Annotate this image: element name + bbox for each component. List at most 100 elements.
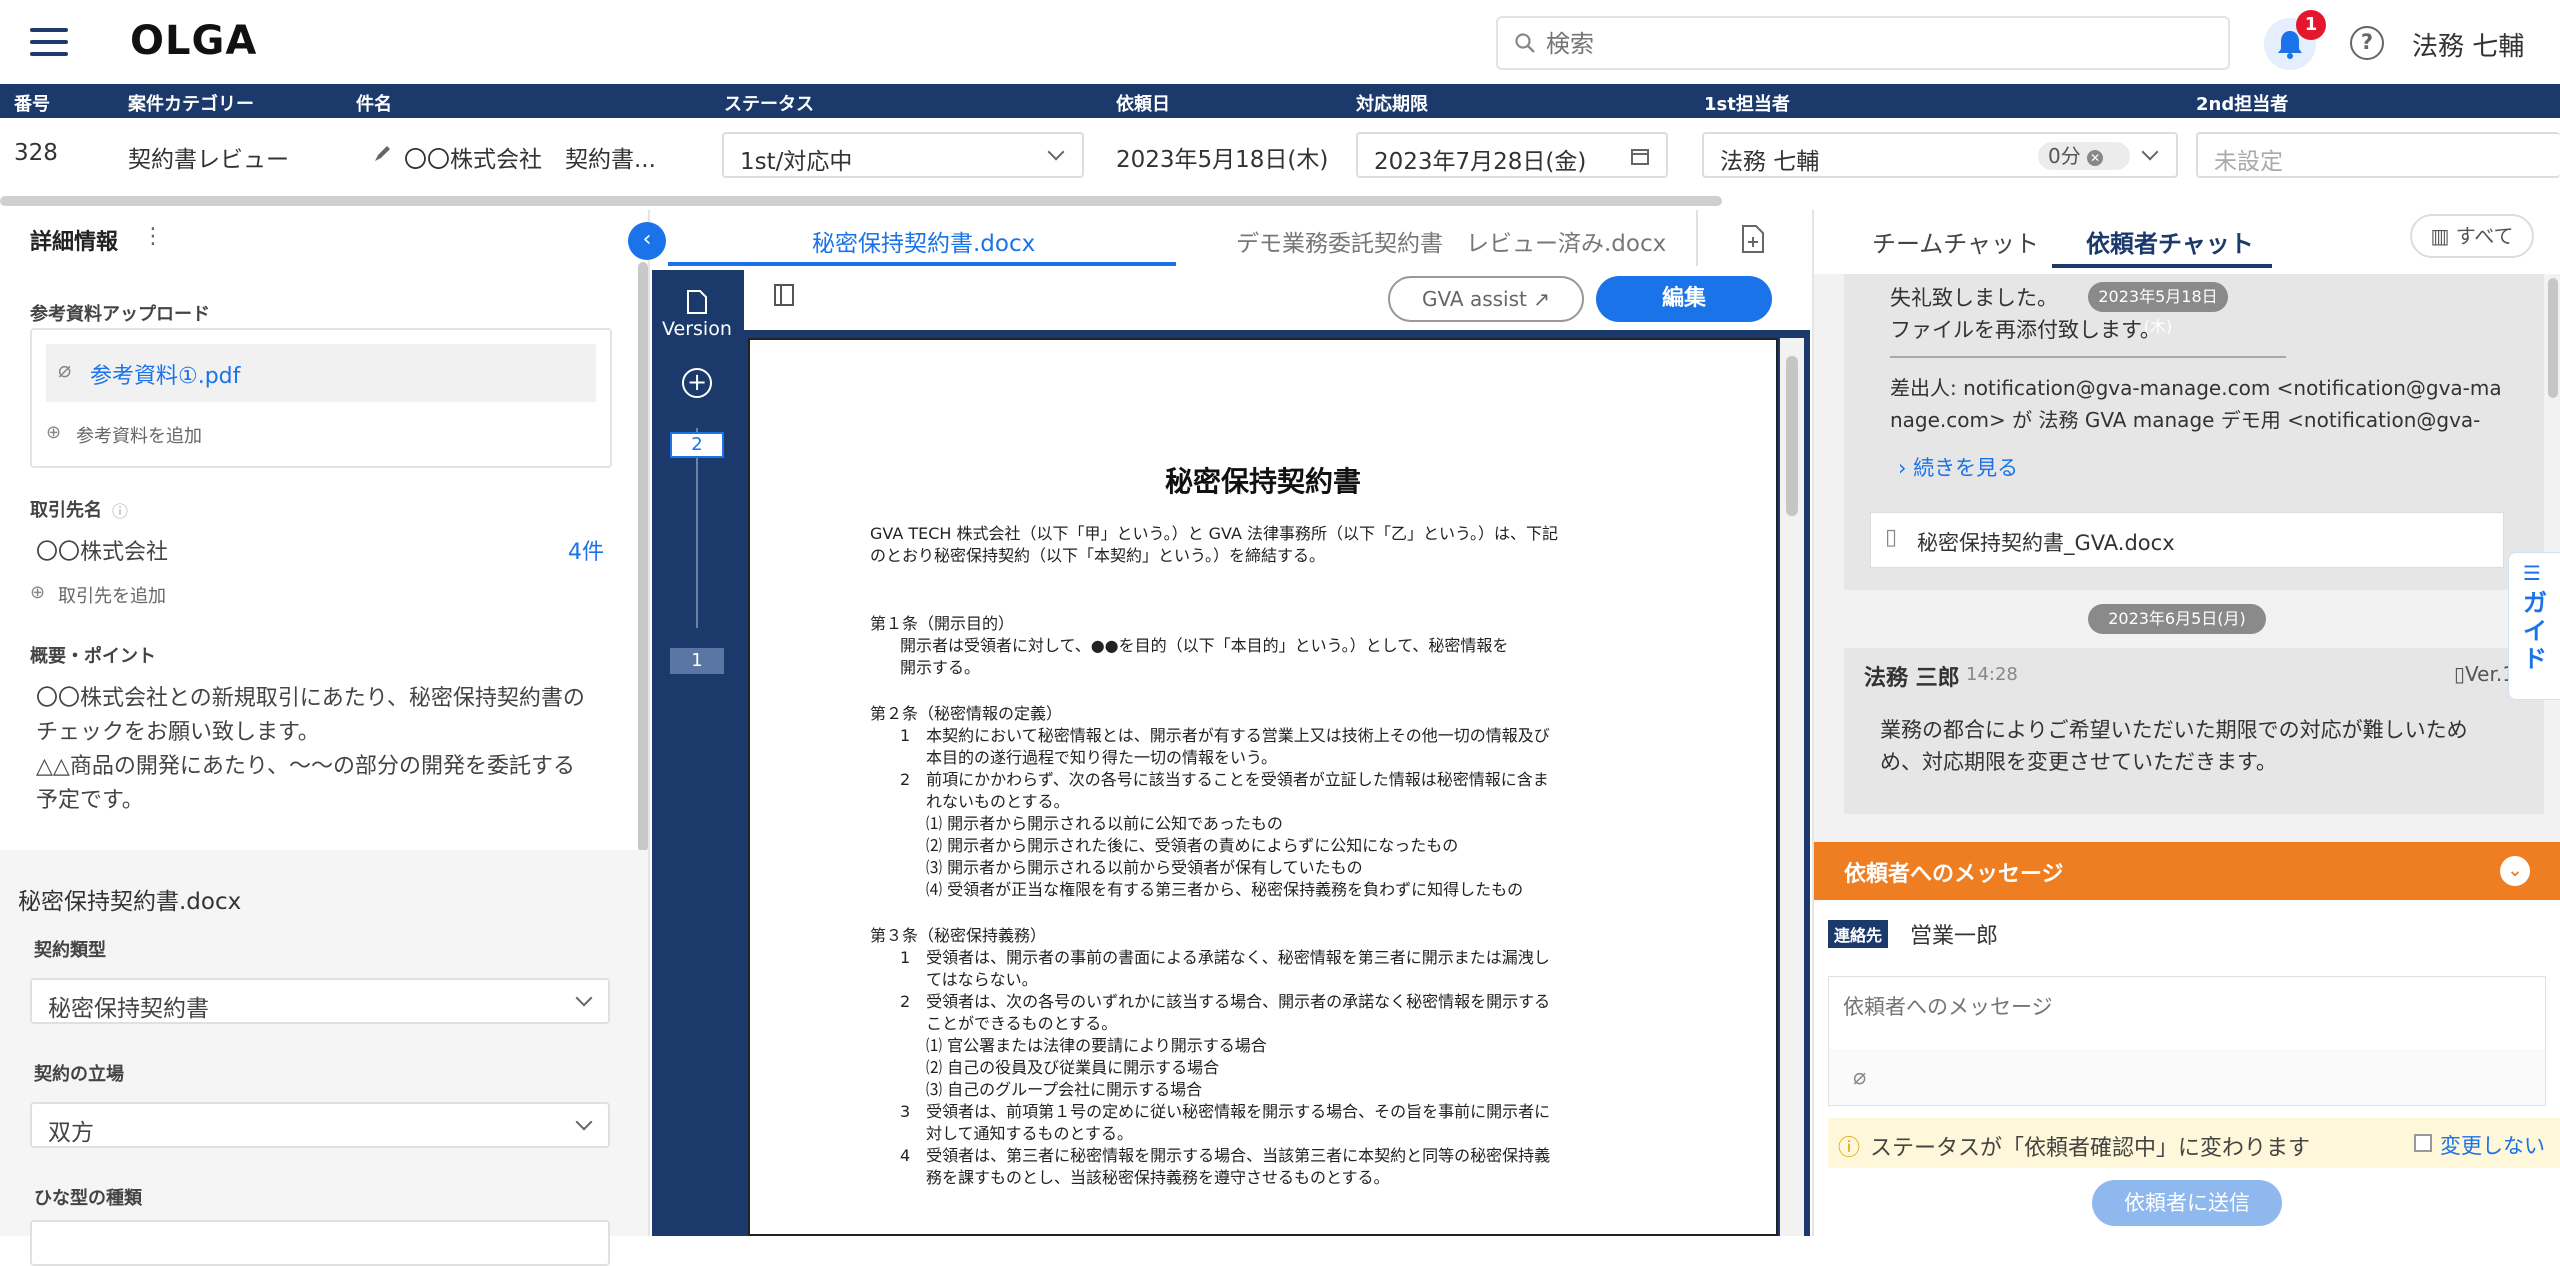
doc-line: 第１条（開示目的） <box>870 614 1015 633</box>
template-label: ひな型の種類 <box>34 1188 142 1209</box>
doc-line: のとおり秘密保持契約（以下「本契約」という。）を締結する。 <box>870 546 1326 565</box>
tab-nda-doc[interactable]: 秘密保持契約書.docx <box>812 224 1035 258</box>
document-scroll-thumb[interactable] <box>1786 356 1798 516</box>
see-more-link[interactable]: › 続きを見る <box>1898 452 2018 482</box>
contract-type-select[interactable]: 秘密保持契約書 <box>30 978 610 1024</box>
status-value: 1st/対応中 <box>740 149 853 175</box>
info-icon[interactable]: ⓘ <box>112 498 128 522</box>
divider <box>1890 356 2286 358</box>
compose-header[interactable]: 依頼者へのメッセージ ⌄ <box>1814 842 2560 900</box>
user-menu[interactable]: 法務 七輔 <box>2412 26 2524 63</box>
position-select[interactable]: 双方 <box>30 1102 610 1148</box>
add-attachment-link[interactable]: 参考資料を追加 <box>76 422 202 448</box>
doc-line: てはならない。 <box>926 970 1038 989</box>
version-line <box>696 428 698 628</box>
col-status: ステータス <box>724 94 814 115</box>
search-input[interactable] <box>1546 26 2206 62</box>
paperclip-icon[interactable]: ⌀ <box>1853 1065 1866 1090</box>
tab-service-contract[interactable]: デモ業務委託契約書 レビュー済み.docx <box>1236 224 1666 258</box>
summary-line: 〇〇株式会社との新規取引にあたり、秘密保持契約書の <box>36 686 585 711</box>
doc-line: ⑵ 自己の役員及び従業員に開示する場合 <box>926 1058 1220 1077</box>
doc-line: ⑴ 開示者から開示される以前に公知であったもの <box>926 814 1283 833</box>
version-tag[interactable]: ▯Ver.1 <box>2454 662 2515 686</box>
attached-file[interactable]: ⌀ 参考資料①.pdf <box>46 344 596 402</box>
chat-message: 失礼致しました。 ファイルを再添付致します。 差出人: notification… <box>1844 274 2544 590</box>
no-change-checkbox[interactable] <box>2414 1134 2432 1152</box>
document-page: 秘密保持契約書 GVA TECH 株式会社（以下「甲」という。）と GVA 法律… <box>748 338 1778 1236</box>
chat-history: 失礼致しました。 ファイルを再添付致します。 差出人: notification… <box>1814 274 2560 842</box>
chat-scrollbar[interactable] <box>2548 278 2558 398</box>
send-to-client-button[interactable]: 依頼者に送信 <box>2092 1180 2282 1226</box>
position-value: 双方 <box>48 1120 94 1146</box>
collapse-left-icon[interactable]: ‹ <box>628 222 666 260</box>
horizontal-scrollbar[interactable] <box>0 196 1722 206</box>
request-date: 2023年5月18日(木) <box>1116 147 1329 173</box>
partner-label: 取引先名 <box>30 500 102 521</box>
due-date-value: 2023年7月28日(金) <box>1374 149 1587 175</box>
collapse-compose-icon[interactable]: ⌄ <box>2500 856 2530 886</box>
version-2[interactable]: 2 <box>670 432 724 458</box>
paperclip-icon: ⌀ <box>58 358 72 383</box>
doc-line: 対して通知するものとする。 <box>926 1124 1134 1143</box>
add-file-icon[interactable] <box>1740 224 1766 254</box>
edit-button[interactable]: 編集 <box>1596 276 1772 322</box>
summary-line: △△商品の開発にあたり、〜〜の部分の開発を委託する <box>36 754 575 779</box>
menu-icon[interactable] <box>30 28 68 56</box>
document-scrollbar[interactable] <box>1780 338 1804 1236</box>
attach-box: ⌀ 参考資料①.pdf ⊕ 参考資料を追加 <box>30 328 612 468</box>
doc-line: れないものとする。 <box>926 792 1070 811</box>
status-select[interactable]: 1st/対応中 <box>722 132 1084 178</box>
chevron-down-icon <box>575 989 593 1007</box>
case-table-row: 328 契約書レビュー 〇〇株式会社 契約書... 1st/対応中 2023年5… <box>0 118 2560 192</box>
contract-file-name: 秘密保持契約書.docx <box>18 889 242 915</box>
detail-title: 詳細情報 <box>30 230 119 255</box>
see-more-label: 続きを見る <box>1913 456 2019 480</box>
first-assignee-select[interactable]: 法務 七輔 0分 ✕ <box>1702 132 2178 178</box>
doc-line: 1 本契約において秘密情報とは、開示者が有する営業上又は技術上その他一切の情報及… <box>900 726 1550 745</box>
contract-type-value: 秘密保持契約書 <box>48 996 209 1022</box>
search-icon <box>1515 33 1535 53</box>
top-app-bar: OLGA 1 ? 法務 七輔 <box>0 0 2560 84</box>
message-author: 法務 三郎 <box>1864 666 1960 691</box>
document-area: Version + 2 1 GVA assist ↗ 編集 秘密保持契約書 GV… <box>652 270 1810 1236</box>
doc-toolbar: GVA assist ↗ 編集 <box>744 270 1810 330</box>
message-input[interactable] <box>1829 977 2545 1049</box>
warning-icon: ⓘ <box>1838 1136 1861 1161</box>
version-1[interactable]: 1 <box>670 648 724 674</box>
tab-client-chat[interactable]: 依頼者チャット <box>2086 224 2254 259</box>
attached-file-name[interactable]: 参考資料①.pdf <box>90 358 240 390</box>
no-change-label[interactable]: 変更しない <box>2440 1130 2545 1160</box>
clear-icon[interactable]: ✕ <box>2087 150 2104 166</box>
doc-line: 務を課すものとし、当該秘密保持義務を遵守させるものとする。 <box>926 1168 1390 1187</box>
time-spent-chip[interactable]: 0分 ✕ <box>2038 142 2130 170</box>
case-subject[interactable]: 〇〇株式会社 契約書... <box>404 140 656 174</box>
doc-line: ことができるものとする。 <box>926 1014 1118 1033</box>
search-box[interactable] <box>1496 16 2230 70</box>
tab-team-chat[interactable]: チームチャット <box>1872 224 2039 259</box>
more-vertical-icon[interactable]: ⋮ <box>142 224 164 249</box>
message-text: 差出人: notification@gva-manage.com <notifi… <box>1890 376 2502 400</box>
attached-file-name: 秘密保持契約書_GVA.docx <box>1917 531 2175 555</box>
due-date-picker[interactable]: 2023年7月28日(金) <box>1356 132 1668 178</box>
filter-all-button[interactable]: ▥ すべて <box>2410 214 2534 258</box>
sidebar-toggle-icon[interactable] <box>774 284 794 306</box>
doc-line: 2 受領者は、次の各号のいずれかに該当する場合、開示者の承諾なく秘密情報を開示す… <box>900 992 1551 1011</box>
message-text: nage.com> が 法務 GVA manage デモ用 <notificat… <box>1890 408 2481 432</box>
status-notice-text: ステータスが「依頼者確認中」に変わります <box>1870 1136 2311 1161</box>
guide-button[interactable]: ☰ ガイド <box>2508 552 2560 700</box>
left-scrollbar[interactable] <box>638 262 648 852</box>
second-assignee-select[interactable]: 未設定 <box>2196 132 2560 178</box>
partner-count-link[interactable]: 4件 <box>568 534 604 566</box>
help-icon[interactable]: ? <box>2350 26 2384 60</box>
calendar-icon <box>1631 149 1649 165</box>
doc-line: 2 前項にかかわらず、次の各号に該当することを受領者が立証した情報は秘密情報に含… <box>900 770 1549 789</box>
pencil-icon[interactable] <box>372 142 394 164</box>
add-version-icon[interactable]: + <box>682 368 712 398</box>
template-select[interactable] <box>30 1220 610 1266</box>
date-divider: 2023年6月5日(月) <box>2088 604 2266 634</box>
attached-file-card[interactable]: ▯ 秘密保持契約書_GVA.docx <box>1870 512 2504 568</box>
second-assignee-placeholder: 未設定 <box>2214 149 2283 175</box>
chevron-down-icon <box>2141 143 2159 161</box>
gva-assist-button[interactable]: GVA assist ↗ <box>1388 276 1584 322</box>
add-partner-link[interactable]: 取引先を追加 <box>58 582 166 608</box>
